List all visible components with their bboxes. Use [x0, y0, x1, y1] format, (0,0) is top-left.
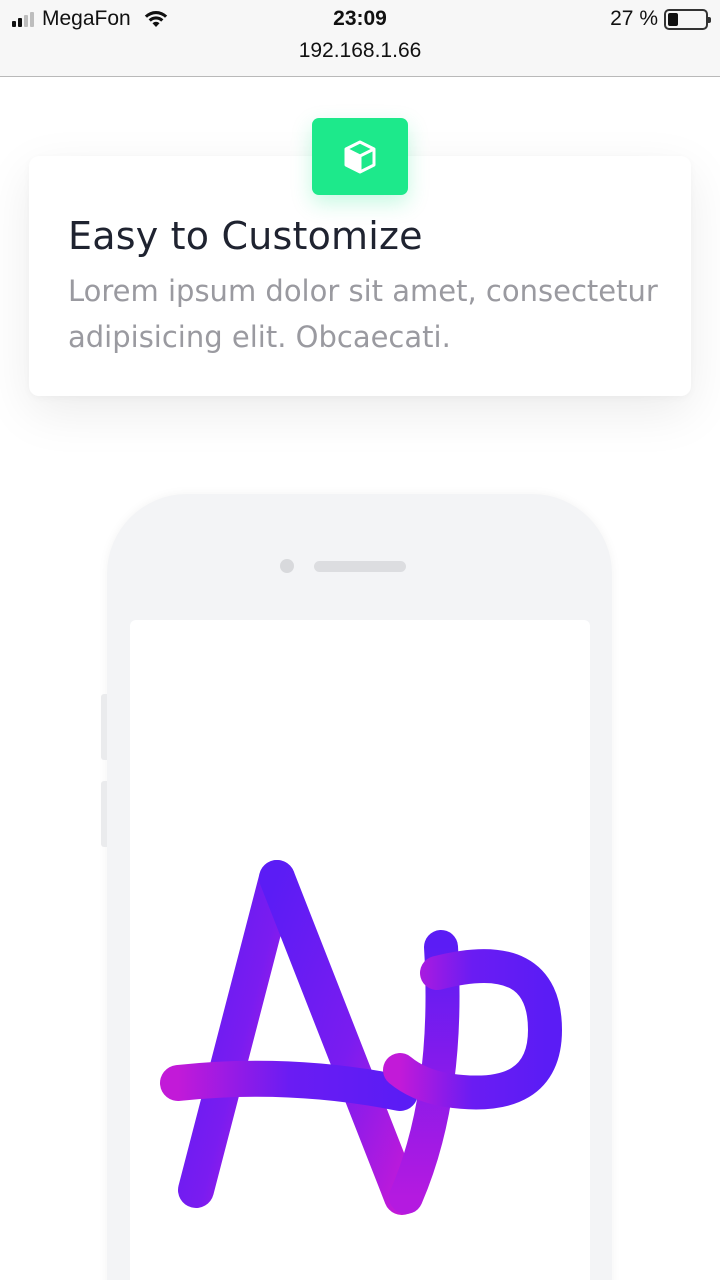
status-right: 27 %	[610, 7, 711, 31]
ap-logo-icon	[160, 860, 563, 1215]
status-bar: MegaFon 23:09 192.168.1.66 27 %	[0, 0, 720, 77]
battery-level	[668, 12, 678, 26]
phone-volume-down-button	[101, 781, 107, 847]
feature-icon-box	[312, 118, 408, 195]
feature-description: Lorem ipsum dolor sit amet, consectetur …	[68, 274, 658, 354]
battery-icon	[664, 8, 711, 30]
cube-icon	[344, 140, 376, 173]
address-url[interactable]: 192.168.1.66	[0, 39, 720, 63]
phone-speaker	[314, 561, 406, 572]
phone-camera	[280, 559, 294, 573]
battery-percent: 27 %	[610, 7, 658, 30]
phone-volume-up-button	[101, 694, 107, 760]
feature-title: Easy to Customize	[68, 214, 423, 258]
